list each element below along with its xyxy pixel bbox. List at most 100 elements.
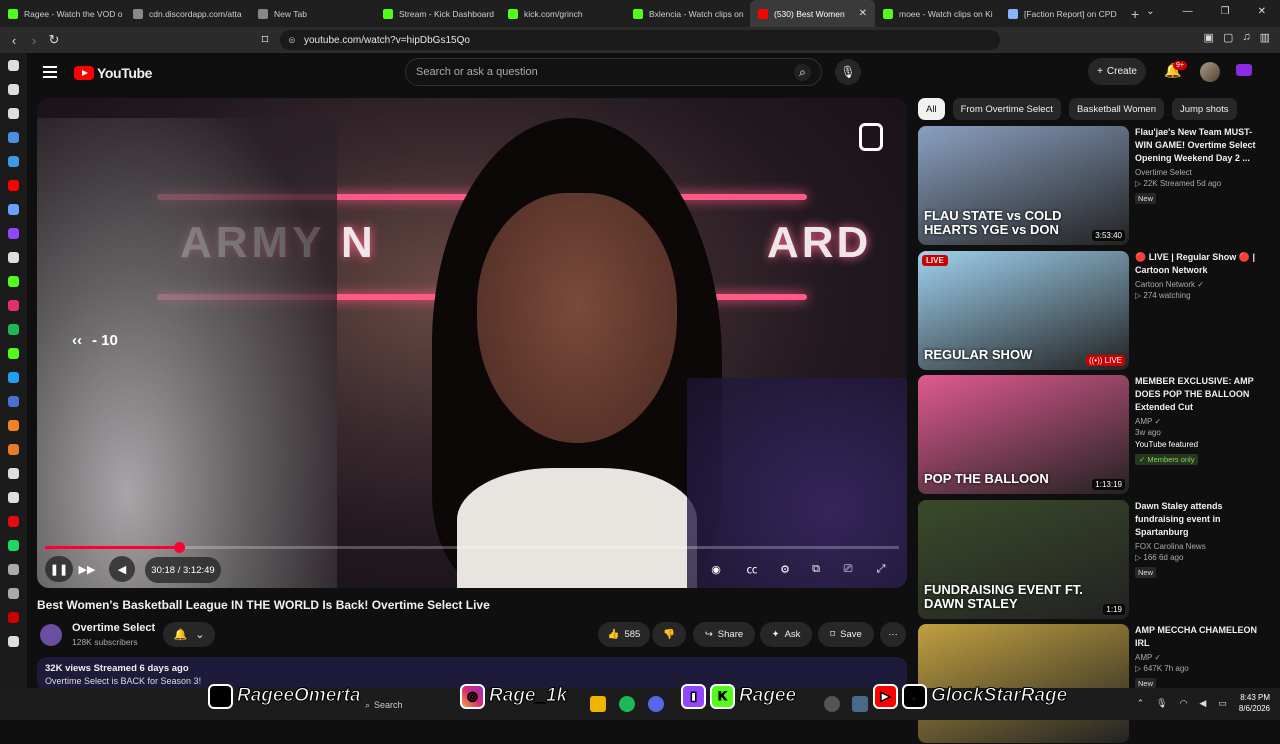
recommended-channel[interactable]: Cartoon Network ✓ bbox=[1135, 280, 1260, 289]
sidebar-app-icon[interactable] bbox=[0, 581, 27, 605]
video-thumbnail[interactable]: POP THE BALLOON 1:13:19 bbox=[918, 375, 1129, 494]
browser-tab[interactable]: [Faction Report] on CPD bbox=[1000, 0, 1125, 27]
sidebar-app-icon[interactable] bbox=[0, 125, 27, 149]
file-explorer-icon[interactable] bbox=[590, 696, 606, 712]
spotify-icon[interactable] bbox=[619, 696, 635, 712]
sidebar-app-icon[interactable] bbox=[0, 413, 27, 437]
site-info-icon[interactable]: ⊜ bbox=[288, 35, 296, 46]
bookmark-icon[interactable]: ⌑ bbox=[255, 32, 275, 48]
reload-icon[interactable]: ↻ bbox=[44, 32, 64, 48]
sidebar-app-icon[interactable] bbox=[0, 341, 27, 365]
miniplayer-button[interactable]: ⧉ bbox=[805, 556, 827, 582]
subscription-notifications-button[interactable]: 🔔 ⌄ bbox=[163, 622, 215, 647]
search-input[interactable]: Search or ask a question ⌕ bbox=[405, 58, 822, 86]
save-button[interactable]: ⌑ Save bbox=[818, 622, 874, 647]
sidebar-app-icon[interactable] bbox=[0, 605, 27, 629]
sidebar-app-icon[interactable] bbox=[0, 77, 27, 101]
browser-tab[interactable]: (530) Best Women ✕ bbox=[750, 0, 875, 27]
recommended-title[interactable]: Dawn Staley attends fundraising event in… bbox=[1135, 500, 1260, 539]
volume-tray-icon[interactable]: ◀ bbox=[1199, 698, 1206, 709]
back-icon[interactable]: ‹ bbox=[4, 33, 24, 48]
recommended-channel[interactable]: FOX Carolina News bbox=[1135, 542, 1260, 551]
discord-icon[interactable] bbox=[648, 696, 664, 712]
share-button[interactable]: ↪ Share bbox=[693, 622, 755, 647]
recommended-title[interactable]: AMP MECCHA CHAMELEON IRL bbox=[1135, 624, 1260, 650]
more-actions-button[interactable]: ··· bbox=[880, 622, 906, 647]
forward-icon[interactable]: › bbox=[24, 33, 44, 48]
browser-tab[interactable]: kick.com/grinch bbox=[500, 0, 625, 27]
sidebar-app-icon[interactable] bbox=[0, 221, 27, 245]
recommended-title[interactable]: 🔴 LIVE | Regular Show 🔴 | Cartoon Networ… bbox=[1135, 251, 1260, 277]
sidebar-app-icon[interactable] bbox=[0, 269, 27, 293]
account-avatar[interactable] bbox=[1200, 62, 1220, 82]
video-thumbnail[interactable]: REGULAR SHOW LIVE ((•)) LIVE bbox=[918, 251, 1129, 370]
chevron-up-icon[interactable]: ⌃ bbox=[1137, 698, 1145, 709]
sidebar-app-icon[interactable] bbox=[0, 149, 27, 173]
sidebar-toggle-icon[interactable]: ▥ bbox=[1260, 31, 1270, 44]
menu-icon[interactable] bbox=[43, 66, 57, 81]
sidebar-app-icon[interactable] bbox=[0, 173, 27, 197]
sidebar-app-icon[interactable] bbox=[0, 53, 27, 77]
extension-icon[interactable]: ▢ bbox=[1223, 31, 1233, 44]
wifi-icon[interactable]: ◠ bbox=[1180, 698, 1188, 709]
sidebar-app-icon[interactable] bbox=[0, 509, 27, 533]
minimize-icon[interactable]: — bbox=[1183, 6, 1193, 17]
close-tab-icon[interactable]: ✕ bbox=[859, 8, 867, 19]
music-icon[interactable]: ♫ bbox=[1242, 31, 1250, 44]
browser-tab[interactable]: moee - Watch clips on Ki bbox=[875, 0, 1000, 27]
recommended-video[interactable]: POP THE BALLOON 1:13:19 MEMBER EXCLUSIVE: … bbox=[918, 375, 1268, 495]
microphone-icon[interactable]: 🎙 bbox=[835, 59, 861, 85]
pause-button[interactable]: ❚❚ bbox=[45, 556, 73, 582]
youtube-logo[interactable]: YouTube bbox=[74, 65, 152, 81]
filter-chip[interactable]: All bbox=[918, 98, 945, 120]
battery-icon[interactable]: ▭ bbox=[1218, 698, 1227, 709]
captions-button[interactable]: ㏄ bbox=[740, 556, 764, 582]
video-thumbnail[interactable]: FUNDRAISING EVENT FT. DAWN STALEY 1:19 bbox=[918, 500, 1129, 619]
search-icon[interactable]: ⌕ bbox=[794, 64, 811, 81]
browser-tab[interactable]: cdn.discordapp.com/atta bbox=[125, 0, 250, 27]
recommended-video[interactable]: FUNDRAISING EVENT FT. DAWN STALEY 1:19 Daw… bbox=[918, 500, 1268, 620]
tab-search-icon[interactable]: ⌄ bbox=[1146, 6, 1154, 17]
settings-app-icon[interactable] bbox=[852, 696, 868, 712]
autoplay-toggle[interactable]: ◉ bbox=[705, 556, 727, 582]
recommended-video[interactable]: REGULAR SHOW LIVE ((•)) LIVE 🔴 LIVE | Regul… bbox=[918, 251, 1268, 371]
sidebar-app-icon[interactable] bbox=[0, 317, 27, 341]
cast-button[interactable]: ⎚ bbox=[837, 556, 859, 582]
fullscreen-button[interactable]: ⤢ bbox=[870, 556, 892, 582]
recommended-channel[interactable]: AMP ✓ bbox=[1135, 653, 1260, 662]
channel-name[interactable]: Overtime Select bbox=[72, 622, 155, 634]
next-button[interactable]: ▶▶ bbox=[75, 556, 99, 582]
settings-button[interactable]: ⚙ bbox=[774, 556, 796, 582]
scrubber-handle[interactable] bbox=[174, 542, 186, 553]
microphone-tray-icon[interactable]: 🎙 bbox=[1156, 698, 1167, 709]
recommended-video[interactable]: FLAU STATE vs COLD HEARTS YGE vs DON 3:53… bbox=[918, 126, 1268, 246]
sidebar-app-icon[interactable] bbox=[0, 557, 27, 581]
sidebar-app-icon[interactable] bbox=[0, 437, 27, 461]
sidebar-app-icon[interactable] bbox=[0, 461, 27, 485]
taskbar-search[interactable]: ⌕ Search bbox=[365, 697, 475, 713]
extension-icon[interactable]: ▣ bbox=[1204, 31, 1214, 44]
filter-chip[interactable]: From Overtime Select bbox=[952, 98, 1061, 120]
browser-tab[interactable]: Ragee - Watch the VOD o bbox=[0, 0, 125, 27]
channel-avatar[interactable] bbox=[40, 624, 62, 646]
like-button[interactable]: 👍 585 bbox=[598, 622, 650, 647]
browser-tab[interactable]: Stream - Kick Dashboard bbox=[375, 0, 500, 27]
twitch-extension-icon[interactable] bbox=[1236, 64, 1252, 76]
create-button[interactable]: + Create bbox=[1088, 58, 1146, 85]
app-icon[interactable] bbox=[824, 696, 840, 712]
browser-tab[interactable]: Bxlencia - Watch clips on bbox=[625, 0, 750, 27]
volume-button[interactable]: ◀ bbox=[109, 556, 135, 582]
ask-button[interactable]: ✦ Ask bbox=[760, 622, 812, 647]
sidebar-app-icon[interactable] bbox=[0, 245, 27, 269]
recommended-title[interactable]: Flau'jae's New Team MUST-WIN GAME! Overt… bbox=[1135, 126, 1260, 165]
video-thumbnail[interactable]: FLAU STATE vs COLD HEARTS YGE vs DON 3:53… bbox=[918, 126, 1129, 245]
filter-chip[interactable]: Jump shots bbox=[1171, 98, 1237, 120]
sidebar-app-icon[interactable] bbox=[0, 533, 27, 557]
video-player[interactable]: ARMY N ARD ‹‹ - 10 ❚❚ ▶▶ ◀ 30:18 / 3:12:… bbox=[37, 98, 907, 588]
sidebar-app-icon[interactable] bbox=[0, 101, 27, 125]
sidebar-app-icon[interactable] bbox=[0, 293, 27, 317]
recommended-channel[interactable]: AMP ✓ bbox=[1135, 417, 1260, 426]
taskbar-clock[interactable]: 8:43 PM 8/6/2026 bbox=[1239, 692, 1270, 714]
sidebar-app-icon[interactable] bbox=[0, 365, 27, 389]
filter-chip[interactable]: Basketball Women bbox=[1068, 98, 1164, 120]
